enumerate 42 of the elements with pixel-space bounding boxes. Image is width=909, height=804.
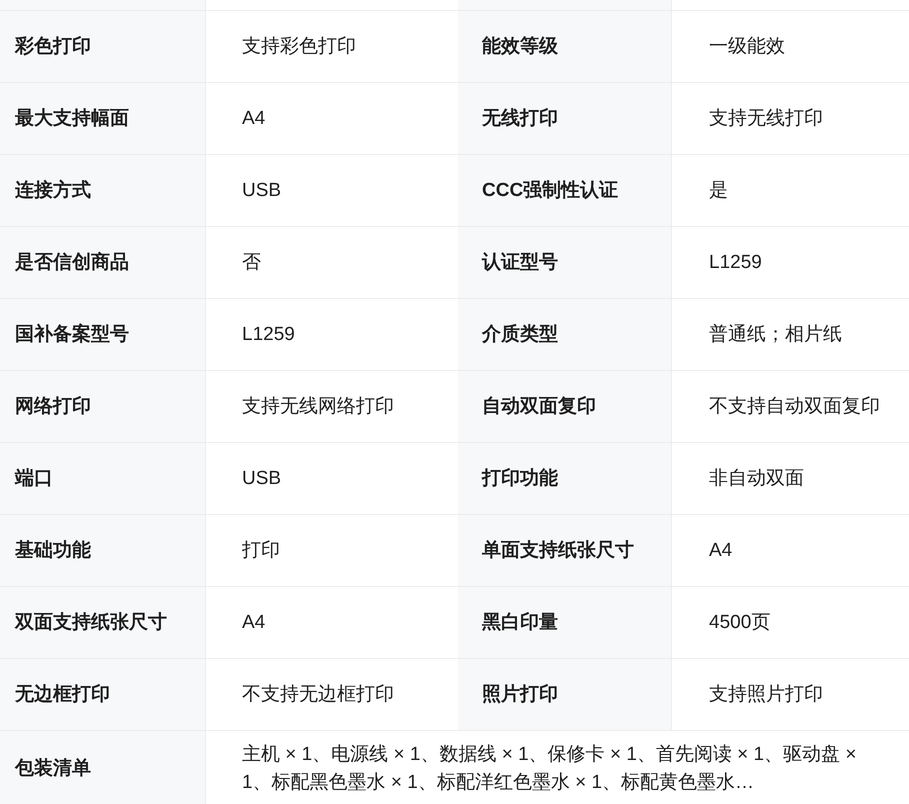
spec-label: 无线打印 bbox=[482, 107, 558, 131]
spec-label: 介质类型 bbox=[482, 322, 558, 347]
spec-label: 基础功能 bbox=[15, 539, 91, 563]
spec-value: 打印 bbox=[242, 539, 280, 563]
spec-value: A4 bbox=[709, 539, 732, 563]
spec-label: 打印功能 bbox=[482, 467, 558, 491]
spec-label: 照片打印 bbox=[482, 683, 558, 707]
spec-label: CCC强制性认证 bbox=[482, 179, 618, 203]
spec-value: 一级能效 bbox=[709, 35, 785, 59]
spec-value: L1259 bbox=[242, 323, 295, 347]
spec-label: 认证型号 bbox=[482, 251, 558, 275]
spec-value: USB bbox=[242, 179, 282, 203]
spec-label: 无边框打印 bbox=[15, 683, 110, 707]
spec-label: 最大支持幅面 bbox=[15, 107, 129, 131]
spec-label: 双面支持纸张尺寸 bbox=[15, 611, 167, 635]
spec-label: 能效等级 bbox=[482, 35, 558, 59]
spec-label: 国补备案型号 bbox=[15, 322, 129, 347]
spec-value: A4 bbox=[242, 107, 266, 131]
spec-value: 支持无线打印 bbox=[709, 107, 823, 131]
spec-value: L1259 bbox=[709, 251, 762, 275]
spec-label: 彩色打印 bbox=[15, 35, 91, 59]
spec-value: 支持无线网络打印 bbox=[242, 395, 394, 419]
spec-label: 单面支持纸张尺寸 bbox=[482, 539, 634, 563]
spec-value: 普通纸；相片纸 bbox=[709, 322, 842, 347]
spec-value: 支持照片打印 bbox=[709, 683, 823, 707]
spec-value: 非自动双面 bbox=[709, 467, 804, 491]
spec-label: 网络打印 bbox=[15, 395, 91, 419]
spec-value: A4 bbox=[242, 611, 266, 635]
spec-label: 端口 bbox=[15, 467, 53, 491]
spec-value: 不支持自动双面复印 bbox=[709, 395, 880, 419]
spec-value: 主机 × 1、电源线 × 1、数据线 × 1、保修卡 × 1、首先阅读 × 1、驱动盘 × 1、标配黑色墨水 × 1、标配洋红色墨水 × 1、标配黄色墨水… bbox=[242, 743, 858, 795]
spec-value: 4500页 bbox=[709, 611, 770, 635]
spec-label: 黑白印量 bbox=[482, 611, 558, 635]
spec-value: 是 bbox=[709, 179, 728, 203]
spec-value: 否 bbox=[242, 251, 261, 275]
spec-label: 连接方式 bbox=[15, 178, 91, 203]
spec-label: 是否信创商品 bbox=[15, 250, 129, 275]
spec-value: 不支持无边框打印 bbox=[242, 683, 394, 707]
spec-label: 包装清单 bbox=[15, 756, 91, 780]
spec-value: 支持彩色打印 bbox=[242, 35, 356, 59]
spec-label: 自动双面复印 bbox=[482, 395, 596, 419]
spec-value: USB bbox=[242, 467, 282, 491]
